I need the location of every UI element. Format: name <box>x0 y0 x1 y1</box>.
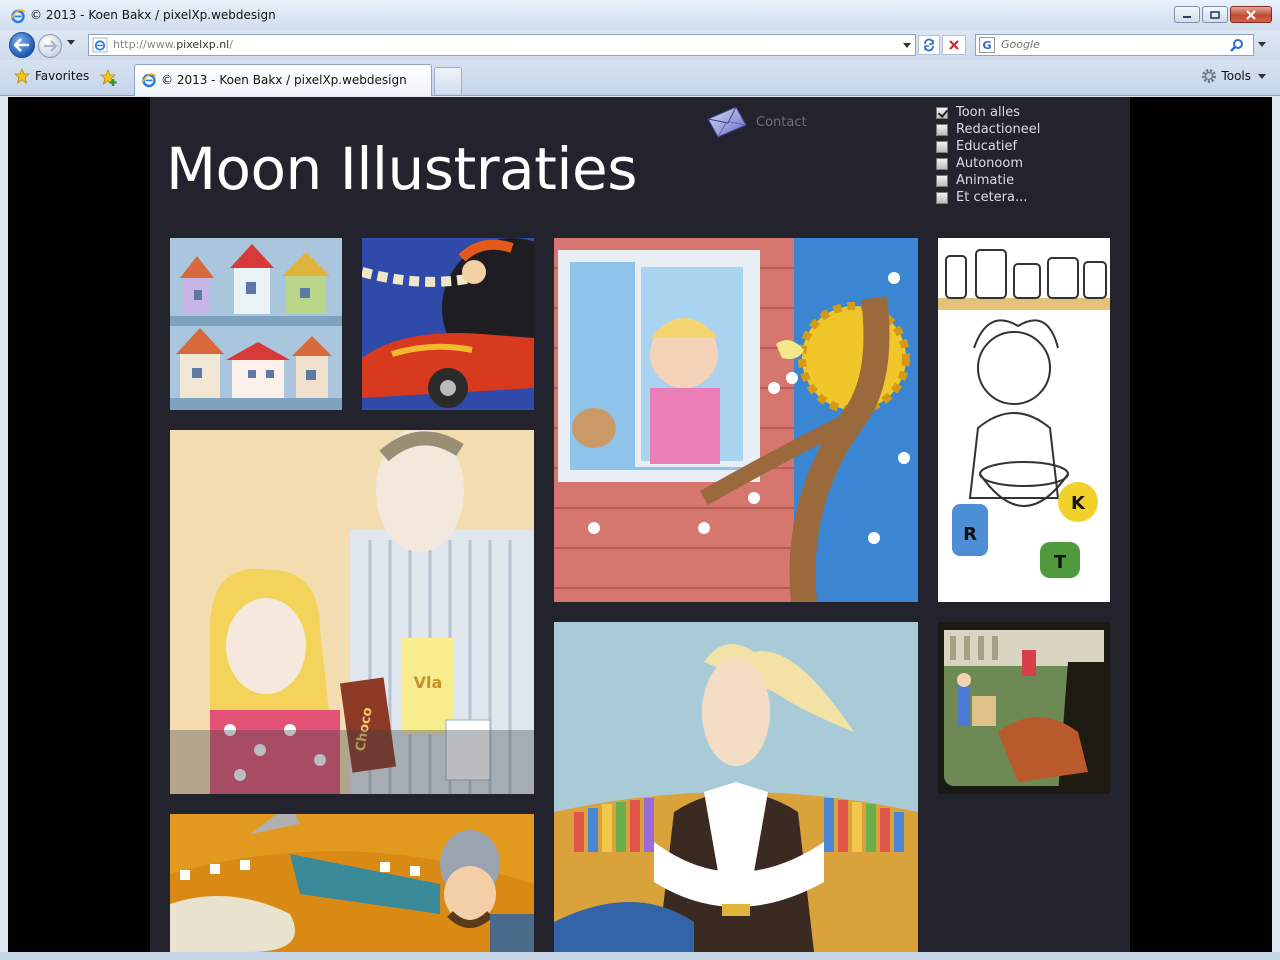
coloring-illustration: R K T <box>938 238 1110 602</box>
tools-label: Tools <box>1221 69 1251 83</box>
filter-redactioneel[interactable]: Redactioneel <box>936 121 1040 138</box>
minimize-button[interactable] <box>1174 6 1200 23</box>
address-url: http://www.pixelxp.nl/ <box>113 38 233 51</box>
star-icon <box>14 68 30 84</box>
filter-label: Redactioneel <box>956 122 1041 137</box>
internet-explorer-icon <box>10 9 26 24</box>
window-titlebar: © 2013 - Koen Bakx / pixelXp.webdesign <box>0 0 1280 30</box>
filter-label: Toon alles <box>956 105 1020 120</box>
search-providers-dropdown[interactable] <box>1258 42 1266 47</box>
stop-icon <box>949 40 959 50</box>
refresh-button[interactable] <box>918 35 940 55</box>
portfolio-tile-car[interactable] <box>362 238 534 410</box>
back-button[interactable] <box>9 32 35 58</box>
filter-checkbox[interactable] <box>936 106 948 119</box>
knight-illustration <box>170 814 534 952</box>
stop-button[interactable] <box>942 35 966 55</box>
portfolio-tile-animation[interactable] <box>938 622 1110 794</box>
url-suffix: / <box>229 38 233 51</box>
tab-active[interactable]: © 2013 - Koen Bakx / pixelXp.webdesign <box>134 64 432 96</box>
address-toolbar: http://www.pixelxp.nl/ G Google <box>0 30 1280 60</box>
window-girl-illustration <box>554 238 918 602</box>
add-favorite-icon[interactable] <box>100 69 118 87</box>
arrow-right-icon <box>44 40 57 52</box>
filter-checkbox[interactable] <box>936 157 948 170</box>
forward-button[interactable] <box>38 34 62 58</box>
page-ie-icon <box>92 37 108 53</box>
jar-k-label: K <box>1071 493 1086 514</box>
envelope-icon <box>707 106 747 138</box>
portfolio-tile-houses[interactable] <box>170 238 342 410</box>
favorites-label: Favorites <box>35 69 90 83</box>
tab-title: © 2013 - Koen Bakx / pixelXp.webdesign <box>161 73 407 87</box>
chevron-down-icon <box>1258 73 1266 79</box>
site-container: Moon Illustraties Contact Toon alles Red… <box>150 97 1130 952</box>
filter-checkbox[interactable] <box>936 123 948 136</box>
tab-bar: Favorites © 2013 - Koen Bakx / pixelXp.w… <box>0 60 1280 96</box>
url-domain: pixelxp.nl <box>176 38 230 51</box>
window-controls <box>1174 6 1272 23</box>
filter-label: Et cetera... <box>956 190 1028 205</box>
filter-animatie[interactable]: Animatie <box>936 172 1040 189</box>
close-icon <box>1246 9 1256 20</box>
filter-toon-alles[interactable]: Toon alles <box>936 104 1040 121</box>
google-icon: G <box>979 37 995 53</box>
filter-checkbox[interactable] <box>936 140 948 153</box>
favorites-button[interactable]: Favorites <box>14 68 89 84</box>
status-bar <box>0 952 1280 960</box>
poet-illustration <box>554 622 918 952</box>
jar-r-label: R <box>963 524 977 545</box>
gear-icon <box>1202 69 1217 83</box>
car-illustration <box>362 238 534 410</box>
search-input[interactable]: G Google <box>975 34 1254 56</box>
jar-t-label: T <box>1054 552 1067 573</box>
portfolio-tile-poet[interactable] <box>554 622 918 952</box>
portfolio-tile-coloring[interactable]: R K T <box>938 238 1110 602</box>
url-prefix: http://www. <box>113 38 177 51</box>
filter-label: Educatief <box>956 139 1018 154</box>
restore-icon <box>1210 10 1220 19</box>
filter-checkbox[interactable] <box>936 191 948 204</box>
page-viewport: Moon Illustraties Contact Toon alles Red… <box>8 97 1272 952</box>
filter-et-cetera[interactable]: Et cetera... <box>936 189 1040 206</box>
minimize-icon <box>1183 15 1191 18</box>
restore-button[interactable] <box>1202 6 1228 23</box>
filter-label: Autonoom <box>956 156 1023 171</box>
breakfast-illustration: Choco Vla <box>170 430 534 794</box>
tools-button[interactable]: Tools <box>1201 68 1266 84</box>
filter-educatief[interactable]: Educatief <box>936 138 1040 155</box>
category-filters: Toon alles Redactioneel Educatief Autono… <box>936 104 1040 206</box>
portfolio-tile-window-girl[interactable] <box>554 238 918 602</box>
recent-pages-dropdown[interactable] <box>67 40 75 45</box>
contact-label: Contact <box>756 114 807 130</box>
filter-label: Animatie <box>956 173 1015 188</box>
filter-autonoom[interactable]: Autonoom <box>936 155 1040 172</box>
site-title: Moon Illustraties <box>166 135 637 203</box>
filter-checkbox[interactable] <box>936 174 948 187</box>
window-title: © 2013 - Koen Bakx / pixelXp.webdesign <box>30 8 276 22</box>
houses-illustration <box>170 238 342 410</box>
search-icon[interactable] <box>1229 38 1245 54</box>
portfolio-tile-breakfast[interactable]: Choco Vla <box>170 430 534 794</box>
new-tab-button[interactable] <box>434 67 462 94</box>
animation-illustration <box>938 622 1110 794</box>
arrow-left-icon <box>14 38 29 52</box>
portfolio-tile-knight[interactable] <box>170 814 534 952</box>
refresh-icon <box>924 38 934 52</box>
close-window-button[interactable] <box>1230 6 1272 23</box>
internet-explorer-icon <box>141 73 157 88</box>
search-placeholder: Google <box>1001 38 1040 51</box>
vla-label: Vla <box>414 673 443 692</box>
address-input[interactable]: http://www.pixelxp.nl/ <box>88 34 916 56</box>
contact-link[interactable]: Contact <box>706 105 807 139</box>
address-dropdown[interactable] <box>903 43 911 48</box>
